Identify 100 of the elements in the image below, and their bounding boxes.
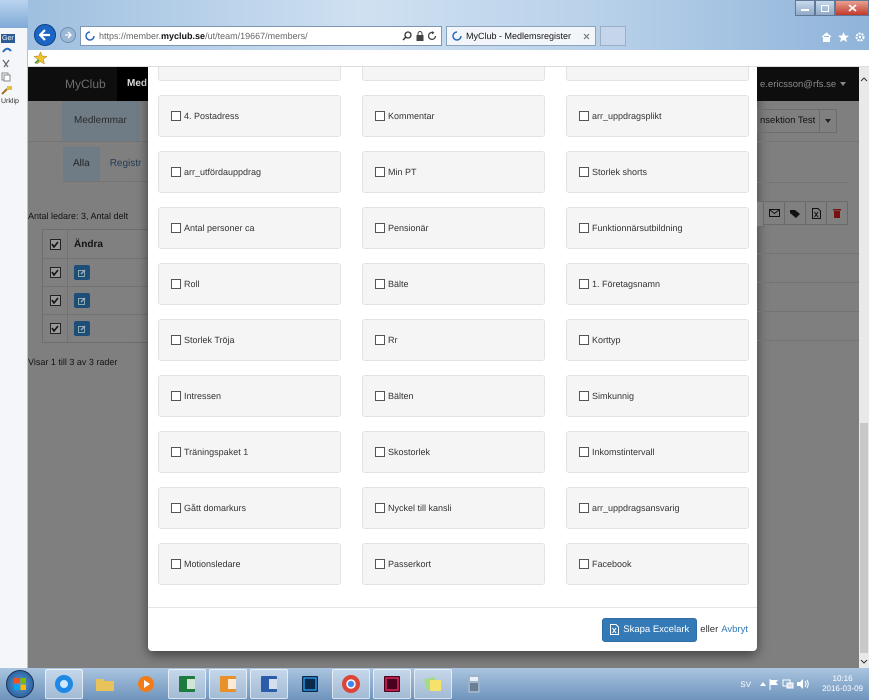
field-option[interactable]: Intressen	[158, 375, 341, 417]
field-option[interactable]: Nyckel till kansli	[362, 487, 545, 529]
field-checkbox[interactable]	[171, 279, 181, 289]
browser-tab[interactable]: MyClub - Medlemsregister	[446, 26, 596, 46]
export-button[interactable]	[805, 201, 827, 225]
field-option[interactable]: Funktionnärsutbildning	[566, 207, 749, 249]
field-option[interactable]: Inkomstintervall	[566, 431, 749, 473]
scroll-up-icon[interactable]	[860, 77, 868, 82]
nav-item[interactable]: Med	[117, 67, 148, 101]
flag-icon[interactable]	[769, 678, 780, 690]
field-checkbox[interactable]	[579, 335, 589, 345]
field-checkbox[interactable]	[375, 335, 385, 345]
field-checkbox[interactable]	[579, 559, 589, 569]
field-checkbox[interactable]	[579, 111, 589, 121]
maximize-button[interactable]	[815, 0, 835, 16]
field-option[interactable]: Korttyp	[566, 319, 749, 361]
forward-button[interactable]	[60, 27, 76, 43]
scrollbar[interactable]	[859, 67, 869, 668]
field-option[interactable]: Facebook	[566, 543, 749, 585]
field-option[interactable]: Kommentar	[362, 95, 545, 137]
email-button[interactable]	[763, 201, 785, 225]
field-checkbox[interactable]	[579, 167, 589, 177]
user-menu[interactable]: e.ericsson@rfs.se	[760, 78, 836, 90]
field-checkbox[interactable]	[171, 335, 181, 345]
spreadsheet-file-icon	[812, 208, 820, 218]
volume-icon[interactable]	[797, 679, 810, 689]
field-option[interactable]: Storlek Tröja	[158, 319, 341, 361]
close-button[interactable]	[835, 0, 869, 16]
spreadsheet-file-icon	[610, 624, 620, 635]
dropdown-button[interactable]	[819, 109, 838, 133]
field-checkbox[interactable]	[171, 391, 181, 401]
field-checkbox[interactable]	[375, 167, 385, 177]
image-editor-icon	[299, 673, 321, 695]
field-checkbox[interactable]	[375, 447, 385, 457]
field-checkbox[interactable]	[171, 167, 181, 177]
edit-button[interactable]	[74, 321, 90, 336]
field-option[interactable]: Min PT	[362, 151, 545, 193]
delete-button[interactable]	[826, 201, 848, 225]
field-option[interactable]: Simkunnig	[566, 375, 749, 417]
minimize-button[interactable]	[795, 0, 815, 16]
field-option[interactable]: Bälten	[362, 375, 545, 417]
tag-button[interactable]	[784, 201, 806, 225]
search-icon[interactable]	[402, 31, 412, 41]
field-checkbox[interactable]	[579, 503, 589, 513]
field-option[interactable]: arr_uppdragsansvarig	[566, 487, 749, 529]
field-option[interactable]: Träningspaket 1	[158, 431, 341, 473]
field-option[interactable]: Rr	[362, 319, 545, 361]
row-checkbox[interactable]	[50, 323, 60, 334]
field-option[interactable]: Gått domarkurs	[158, 487, 341, 529]
brush-icon	[1, 85, 13, 95]
field-option[interactable]: Pensionär	[362, 207, 545, 249]
start-button[interactable]	[6, 670, 34, 698]
network-icon[interactable]	[782, 678, 794, 690]
filter-tab[interactable]: Alla	[63, 147, 100, 181]
row-checkbox[interactable]	[50, 295, 60, 306]
field-option[interactable]: Skostorlek	[362, 431, 545, 473]
star-icon[interactable]	[838, 32, 849, 42]
spreadsheet-icon	[176, 673, 198, 695]
field-option[interactable]: Bälte	[362, 263, 545, 305]
taskbar-app[interactable]	[373, 669, 411, 699]
field-checkbox[interactable]	[171, 503, 181, 513]
field-option[interactable]: Storlek shorts	[566, 151, 749, 193]
favorites-icon[interactable]	[34, 52, 47, 64]
edit-button[interactable]	[74, 265, 90, 280]
field-option[interactable]: Antal personer ca	[158, 207, 341, 249]
field-checkbox[interactable]	[375, 111, 385, 121]
field-checkbox[interactable]	[375, 391, 385, 401]
field-checkbox[interactable]	[579, 391, 589, 401]
field-option[interactable]: Passerkort	[362, 543, 545, 585]
field-option[interactable]: Motionsledare	[158, 543, 341, 585]
field-checkbox[interactable]	[579, 447, 589, 457]
taskbar-app[interactable]	[250, 669, 288, 699]
field-checkbox[interactable]	[375, 279, 385, 289]
row-checkbox[interactable]	[50, 267, 60, 278]
create-excel-button[interactable]: Skapa Excelark	[602, 618, 698, 642]
select-all-checkbox[interactable]	[50, 238, 60, 250]
scrollbar-thumb[interactable]	[860, 423, 868, 653]
field-checkbox[interactable]	[579, 223, 589, 233]
lock-icon	[416, 31, 424, 41]
field-checkbox[interactable]	[171, 223, 181, 233]
loading-icon	[85, 31, 95, 41]
refresh-icon[interactable]	[428, 31, 437, 41]
field-checkbox[interactable]	[171, 559, 181, 569]
field-option[interactable]: 4. Postadress	[158, 95, 341, 137]
field-checkbox[interactable]	[171, 447, 181, 457]
address-field[interactable]: https://member.myclub.se/ut/team/19667/members/	[80, 26, 442, 46]
field-option[interactable]: arr_uppdragsplikt	[566, 95, 749, 137]
close-icon[interactable]	[583, 32, 590, 40]
field-checkbox[interactable]	[375, 559, 385, 569]
field-checkbox[interactable]	[171, 111, 181, 121]
cancel-link[interactable]: Avbryt	[721, 624, 748, 635]
scroll-down-icon[interactable]	[860, 659, 868, 664]
field-option[interactable]: 1. Företagsnamn	[566, 263, 749, 305]
edit-button[interactable]	[74, 293, 90, 308]
back-button[interactable]	[34, 24, 56, 46]
field-option[interactable]: Roll	[158, 263, 341, 305]
field-checkbox[interactable]	[579, 279, 589, 289]
field-checkbox[interactable]	[375, 503, 385, 513]
field-option[interactable]: arr_utfördauppdrag	[158, 151, 341, 193]
field-checkbox[interactable]	[375, 223, 385, 233]
